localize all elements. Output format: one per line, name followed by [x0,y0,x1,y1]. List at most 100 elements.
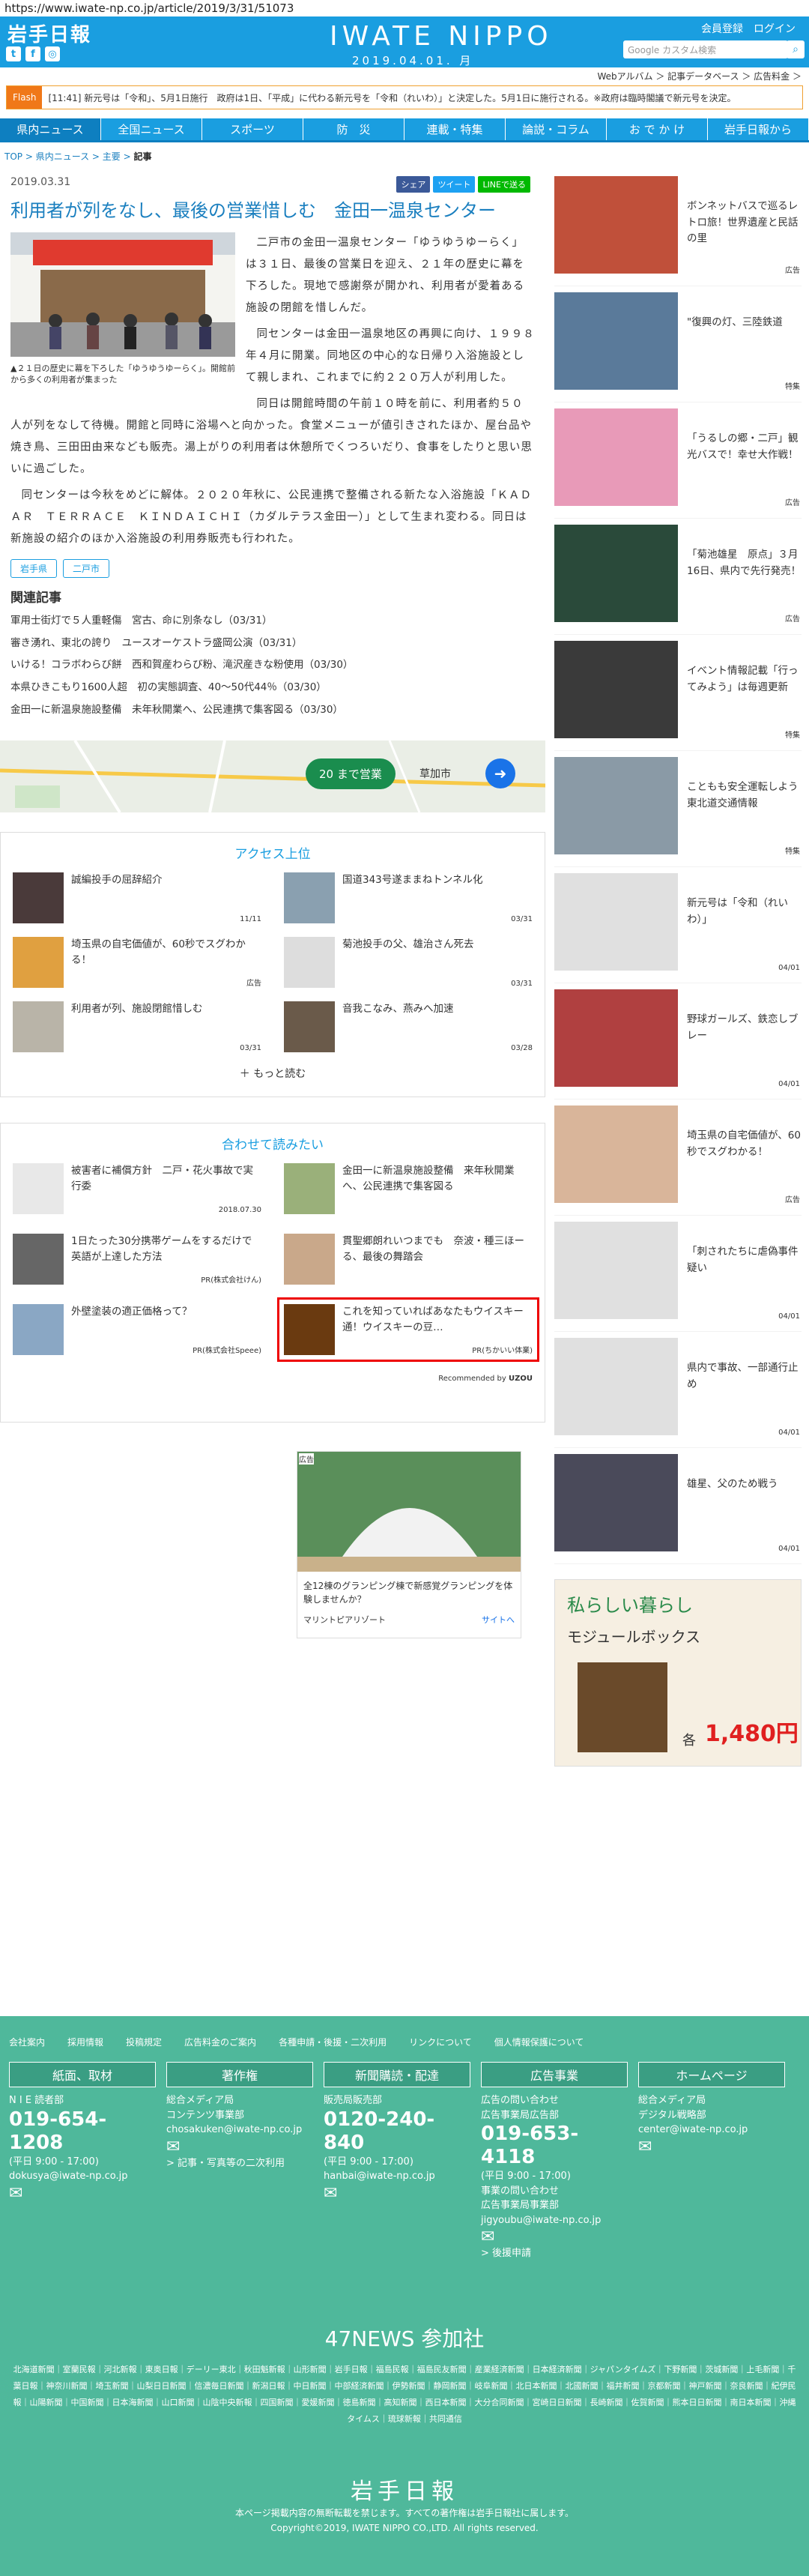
phone-number[interactable]: 019-653-4118 [481,2123,628,2169]
side-card[interactable]: 新元号は「令和（れいわ）」 04/01 [554,867,802,983]
nav-item[interactable]: お で か け [607,118,708,140]
instagram-icon[interactable]: ◎ [45,46,60,61]
footer-link[interactable]: 広告料金のご案内 [184,2036,256,2048]
tweet-button[interactable]: ツイート [433,176,476,193]
phone-number[interactable]: 0120-240-840 [324,2108,470,2155]
more-button[interactable]: ＋ もっと読む [13,1066,533,1081]
news47-title[interactable]: 47NEWS 参加社 [0,2323,809,2353]
nav-item[interactable]: 県内ニュース [0,118,101,140]
side-card[interactable]: 「うるしの郷・二戸」観光バスで！幸せ大作戦！ 広告 [554,402,802,519]
ranking-item[interactable]: 菊池投手の父、雄治さん死去 03/31 [284,937,533,989]
side-card[interactable]: 埼玉県の自宅価値が、60秒でスグわかる！ 広告 [554,1100,802,1216]
footer-link[interactable]: リンクについて [409,2036,472,2048]
reco-item[interactable]: 外壁塗装の適正価格って？ PR(株式会社Speee) [13,1304,261,1356]
crumb-top[interactable]: TOP [4,151,22,162]
mail-icon[interactable]: ✉ [9,2184,156,2203]
copyright: Copyright©2019, IWATE NIPPO CO.,LTD. All… [270,2523,539,2534]
flash-text[interactable]: [11:41] 新元号は「令和」、5月1日施行 政府は1日、「平成」に代わる新元… [48,91,736,104]
site-logo[interactable]: 岩手日報 [7,19,91,47]
login-link[interactable]: ログイン [754,21,796,36]
reco-item[interactable]: 貫聖郷朗れいつまでも 奈波・種三ほーる、最後の舞踏会 [284,1234,533,1285]
line-share-button[interactable]: LINEで送る [478,176,530,193]
ranking-item[interactable]: 音我こなみ、燕みへ加速 03/28 [284,1001,533,1053]
col-link[interactable]: > 記事・写真等の二次利用 [166,2156,313,2171]
reco-item-highlighted[interactable]: これを知っていればあなたもウイスキー通！ウイスキーの豆… PR(ちかいい体業) [277,1297,539,1363]
side-banner-ad[interactable]: 私らしい暮らし モジュールボックス 各 1,480円 [554,1579,802,1767]
ranking-item[interactable]: 国道343号遂ままねトンネル化 03/31 [284,872,533,924]
news47-list[interactable]: 北海道新聞｜室蘭民報｜河北新報｜東奥日報｜デーリー東北｜秋田魁新報｜山形新聞｜岩… [0,2353,809,2437]
item-date: 11/11 [240,915,261,924]
footer-links: 会社案内 採用情報 投稿規定 広告料金のご案内 各種申請・後援・二次利用 リンク… [0,2016,809,2056]
facebook-icon[interactable]: f [25,46,40,61]
col-link[interactable]: > 後援申請 [481,2246,628,2261]
side-card[interactable]: 県内で事故、一部通行止め 04/01 [554,1332,802,1448]
global-nav: 県内ニュース 全国ニュース スポーツ 防 災 連載・特集 論説・コラム お で … [0,118,809,142]
tag[interactable]: 二戸市 [63,559,110,578]
crumb-local[interactable]: 県内ニュース [36,151,89,162]
nav-item[interactable]: 岩手日報から [708,118,809,140]
nav-item[interactable]: 連載・特集 [404,118,506,140]
mail-icon[interactable]: ✉ [166,2138,313,2156]
footer-link[interactable]: 各種申請・後援・二次利用 [279,2036,387,2048]
mail-icon[interactable]: ✉ [481,2227,628,2246]
col-text[interactable]: center@iwate-np.co.jp [638,2123,785,2138]
open-until-button[interactable]: 20 まで営業 [306,758,396,790]
nav-item[interactable]: 全国ニュース [101,118,202,140]
tag[interactable]: 岩手県 [10,559,58,578]
related-link[interactable]: 軍用士街灯で５人重軽傷 宮古、命に別条なし（03/31） [10,610,535,633]
col-text[interactable]: 事業の問い合わせ 広告事業局事業部 jigyoubu@iwate-np.co.j… [481,2184,628,2228]
crumb-main[interactable]: 主要 [103,151,121,162]
ad-text: 全12棟のグランピング棟で新感覚グランピングを体験しませんか？ [303,1581,513,1605]
side-card[interactable]: こともも安全運転しよう 東北道交通情報 特集 [554,751,808,867]
related-link[interactable]: 本県ひきこもり1600人超 初の実態調査、40～50代44％（03/30） [10,677,535,699]
ad-site-link[interactable]: サイトへ [482,1614,515,1626]
footer-logo[interactable]: 岩手日報 [0,2473,809,2506]
ranking-item[interactable]: 誠編投手の屈辞紹介 11/11 [13,872,261,924]
side-card[interactable]: ボンネットバスで巡るレトロ旅！世界遺産と民話の里 広告 [554,170,802,286]
facebook-share-button[interactable]: シェア [396,176,431,193]
twitter-icon[interactable]: t [6,46,21,61]
mail-icon[interactable]: ✉ [638,2138,785,2156]
related-link[interactable]: 審き湧れ、東北の誇り ユースオーケストラ盛岡公演（03/31） [10,633,535,655]
col-text[interactable]: dokusya@iwate-np.co.jp [9,2169,156,2184]
side-card[interactable]: 「菊池雄星 原点」３月16日、県内で先行発売！ 広告 [554,519,802,635]
col-text[interactable]: chosakuken@iwate-np.co.jp [166,2123,313,2138]
related-link[interactable]: いける！コラボわらび餅 西和賀産わらび粉、滝沢産きな粉使用（03/30） [10,654,535,677]
address-bar[interactable]: https://www.iwate-np.co.jp/article/2019/… [0,0,809,16]
ranking-item[interactable]: 利用者が列、施設閉館惜しむ 03/31 [13,1001,261,1053]
mail-icon[interactable]: ✉ [324,2184,470,2203]
map-embed[interactable]: 20 まで営業 草加市 ➜ [0,740,545,813]
register-link[interactable]: 会員登録 [701,21,743,36]
nav-item[interactable]: 論説・コラム [506,118,607,140]
side-card[interactable]: 「刺されたちに虐偽事件疑い 04/01 [554,1216,802,1332]
item-title: 誠編投手の屈辞紹介 [71,874,163,887]
flash-ticker[interactable]: Flash [11:41] 新元号は「令和」、5月1日施行 政府は1日、「平成」… [6,85,803,109]
sub-navigation[interactable]: Webアルバム ＞ 記事データベース ＞ 広告料金 ＞ [0,67,809,85]
phone-number[interactable]: 019-654-1208 [9,2108,156,2155]
reco-item[interactable]: 金田一に新温泉施設整備 来年秋開業へ、公民連携で集客図る [284,1163,533,1215]
side-card[interactable]: "復興の灯、三陸鉄道 特集 [554,286,802,402]
advertisement[interactable]: 広告 全12棟のグランピング棟で新感覚グランピングを体験しませんか？ マリントピ… [297,1451,521,1639]
nav-item[interactable]: スポーツ [202,118,303,140]
card-badge: 04/01 [778,1429,800,1437]
reco-item[interactable]: 被害者に補償方針 二戸・花火事故で実行委 2018.07.30 [13,1163,261,1215]
search-input[interactable]: Google カスタム検索 [623,40,788,58]
reco-item[interactable]: 1日たった30分携帯ゲームをするだけで英語が上達した方法 PR(株式会社けん) [13,1234,261,1285]
side-card[interactable]: 雄星、父のため戦う 04/01 [554,1448,802,1564]
item-date: PR(株式会社Speee) [193,1347,261,1356]
footer-link[interactable]: 投稿規定 [126,2036,162,2048]
side-card[interactable]: イベント情報記載「行ってみよう」は毎週更新 特集 [554,635,802,751]
footer-link[interactable]: 採用情報 [67,2036,103,2048]
side-card[interactable]: 野球ガールズ、鉄恋しブレー 04/01 [554,983,802,1100]
search-icon[interactable]: ⌕ [787,40,805,58]
uzou-logo[interactable]: UZOU [509,1375,533,1383]
card-image [554,641,678,738]
col-text[interactable]: hanbai@iwate-np.co.jp [324,2169,470,2184]
ranking-item[interactable]: 埼玉県の自宅価値が、60秒でスグわかる！ 広告 [13,937,261,989]
footer-link[interactable]: 個人情報保護について [494,2036,584,2048]
related-link[interactable]: 金田一に新温泉施設整備 未年秋開業へ、公民連携で集客図る（03/30） [10,699,535,722]
ad-footer: マリントピアリゾート サイトへ [297,1611,521,1629]
col-text: 総合メディア局 デジタル戦略部 [638,2095,706,2121]
footer-link[interactable]: 会社案内 [9,2036,45,2048]
nav-item[interactable]: 防 災 [303,118,404,140]
